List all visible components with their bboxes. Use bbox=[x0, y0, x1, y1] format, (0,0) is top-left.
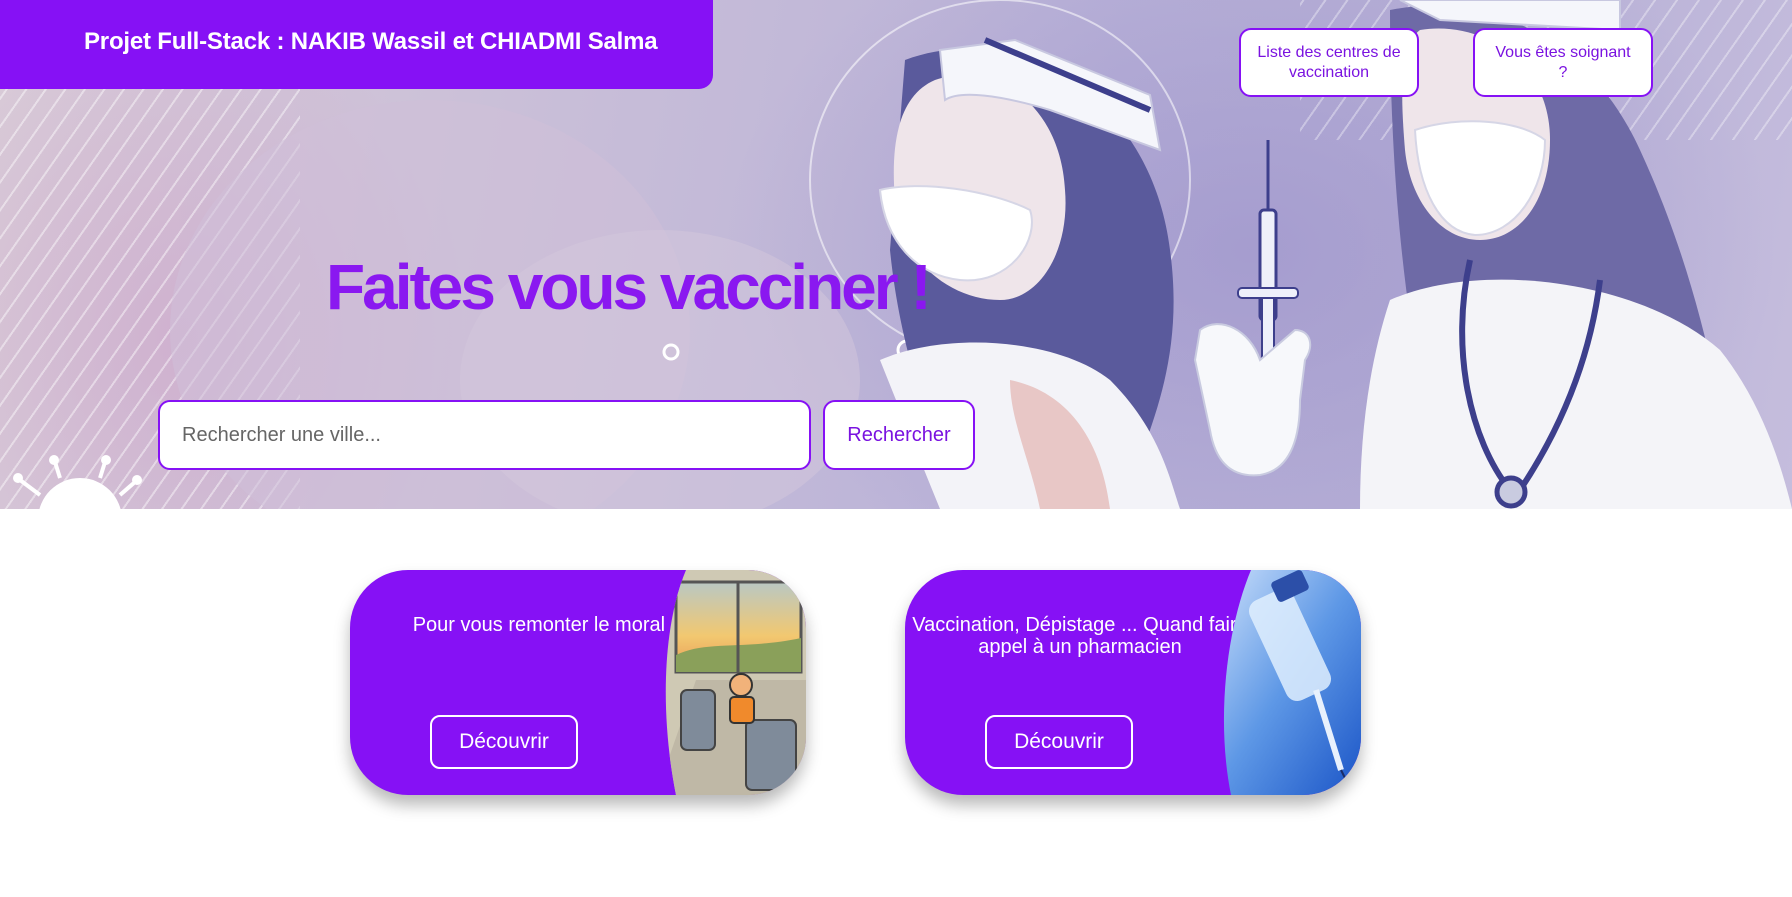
vaccination-centres-button[interactable]: Liste des centres de vaccination bbox=[1239, 28, 1419, 97]
pharmacist-card: Vaccination, Dépistage ... Quand faire a… bbox=[905, 570, 1361, 795]
site-title: Projet Full-Stack : NAKIB Wassil et CHIA… bbox=[84, 27, 658, 55]
hero-banner: Projet Full-Stack : NAKIB Wassil et CHIA… bbox=[0, 0, 1792, 509]
morale-card: Pour vous remonter le moral ... Découvri… bbox=[350, 570, 806, 795]
city-search-input[interactable] bbox=[158, 400, 811, 470]
card-text: Pour vous remonter le moral ... bbox=[412, 614, 688, 636]
bus-cartoon-image bbox=[665, 570, 806, 795]
discover-button[interactable]: Découvrir bbox=[430, 715, 578, 769]
brand-header: Projet Full-Stack : NAKIB Wassil et CHIA… bbox=[0, 0, 713, 89]
search-button[interactable]: Rechercher bbox=[823, 400, 975, 470]
hero-headline: Faites vous vacciner ! bbox=[326, 251, 932, 323]
vaccine-vial-image bbox=[1223, 570, 1361, 795]
healthcare-worker-button[interactable]: Vous êtes soignant ? bbox=[1473, 28, 1653, 97]
card-text: Vaccination, Dépistage ... Quand faire a… bbox=[912, 614, 1248, 658]
discover-button[interactable]: Découvrir bbox=[985, 715, 1133, 769]
